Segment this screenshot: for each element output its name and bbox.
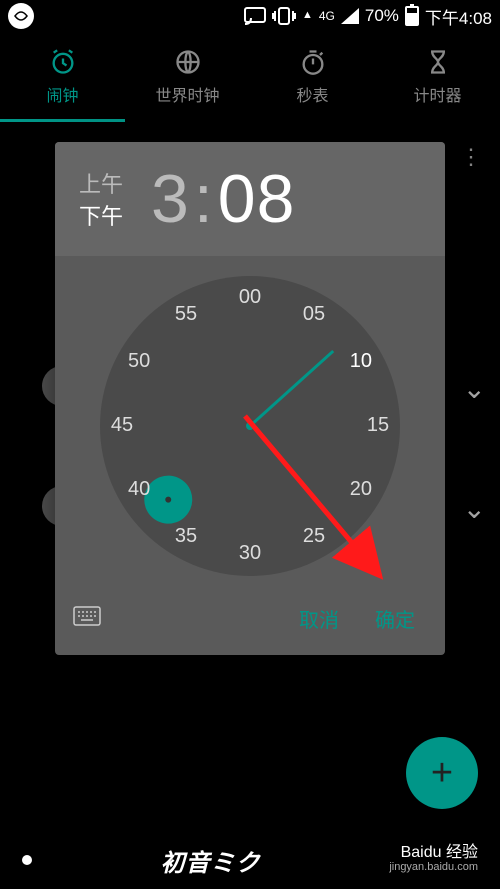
clock-center-dot [246,422,254,430]
am-toggle[interactable]: 上午 [79,167,123,199]
watermark-line2: jingyan.baidu.com [389,860,478,874]
clock-tick[interactable]: 10 [341,350,381,373]
signal-icon [341,8,359,24]
clock-tick[interactable]: 50 [119,350,159,373]
clock-tick[interactable]: 05 [294,303,334,326]
tab-label: 世界时钟 [155,82,219,106]
globe-icon [174,48,202,76]
ok-button[interactable]: 确定 [357,596,433,641]
clock-tick[interactable]: 35 [166,525,206,548]
watermark-line1: Baidu 经验 [389,846,478,860]
source-watermark: Baidu 经验 jingyan.baidu.com [389,846,478,874]
tab-timer[interactable]: 计时器 [375,32,500,122]
cancel-button[interactable]: 取消 [281,596,357,641]
overflow-menu-icon[interactable]: ⋮ [460,154,482,160]
bottom-bar: 初音ミク Baidu 经验 jingyan.baidu.com [0,831,500,889]
clock-tick[interactable]: 40 [119,478,159,501]
clock-face[interactable]: 00 05 10 15 20 25 30 35 40 45 50 55 [100,276,400,576]
brand-watermark: 初音ミク [161,843,261,878]
tab-stopwatch[interactable]: 秒表 [250,32,375,122]
tab-label: 闹钟 [46,82,78,106]
tab-world-clock[interactable]: 世界时钟 [125,32,250,122]
time-picker-dialog: 上午 下午 3 : 08 00 05 10 15 20 25 30 35 40 45 50 55 [55,142,445,655]
network-label: 4G [319,9,335,23]
hourglass-icon [424,48,452,76]
battery-icon [405,6,419,26]
status-clock: 下午4:08 [425,4,492,29]
clock-tick[interactable]: 55 [166,303,206,326]
time-colon: : [194,160,214,238]
app-badge-icon [8,3,34,29]
stopwatch-icon [299,48,327,76]
clock-tick[interactable]: 00 [230,286,270,309]
clock-hand[interactable] [249,350,334,427]
clock-tick[interactable]: 15 [358,414,398,437]
clock-tick[interactable]: 20 [341,478,381,501]
tab-alarm[interactable]: 闹钟 [0,32,125,122]
add-alarm-fab[interactable]: + [406,737,478,809]
pm-toggle[interactable]: 下午 [79,199,123,231]
chevron-down-icon[interactable]: ⌄ [463,492,486,525]
cast-icon [244,7,266,25]
plus-icon: + [431,752,453,795]
battery-percent: 70% [365,6,399,26]
clock-tick[interactable]: 30 [230,542,270,565]
status-bar: ▲ 4G 70% 下午4:08 [0,0,500,32]
clock-tick[interactable]: 45 [102,414,142,437]
keyboard-icon[interactable] [73,606,101,631]
tab-bar: 闹钟 世界时钟 秒表 计时器 [0,32,500,122]
tab-label: 秒表 [296,82,328,106]
tab-label: 计时器 [413,82,461,106]
nav-dot-icon[interactable] [22,855,32,865]
time-hour[interactable]: 3 [151,160,190,238]
time-minute[interactable]: 08 [218,160,296,238]
alarm-icon [49,48,77,76]
time-picker-header: 上午 下午 3 : 08 [55,142,445,256]
clock-tick[interactable]: 25 [294,525,334,548]
chevron-down-icon[interactable]: ⌄ [463,372,486,405]
vibrate-icon [272,6,296,26]
